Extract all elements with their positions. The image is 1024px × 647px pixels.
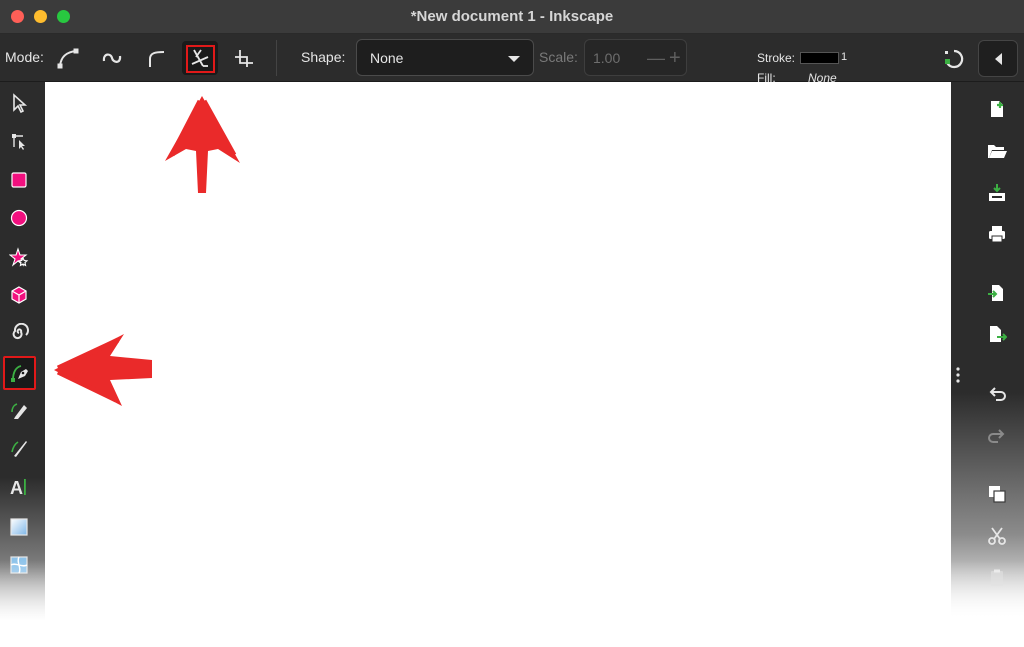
cut-button[interactable] [984, 523, 1010, 549]
annotation-arrow-up-icon [165, 96, 240, 193]
plus-icon[interactable]: + [669, 48, 681, 68]
window-title: *New document 1 - Inkscape [410, 8, 614, 25]
calligraphy-icon [11, 441, 27, 457]
bspline-mode-button[interactable] [139, 41, 175, 75]
scissors-icon [988, 527, 1006, 545]
stroke-swatch[interactable] [800, 52, 839, 64]
undo-button[interactable] [984, 381, 1010, 407]
folder-open-icon [988, 145, 1007, 158]
copy-icon [989, 486, 1006, 503]
inkscape-window: *New document 1 - Inkscape Mode: Shape: … [0, 0, 1024, 647]
toolbox-3d-box-tool[interactable] [6, 282, 32, 308]
toolbar-separator [276, 40, 277, 76]
bezier-mode-icon [57, 48, 79, 69]
import-button[interactable] [984, 280, 1010, 306]
undo-icon [989, 387, 1006, 401]
commands-bar-toggle-button[interactable] [978, 40, 1018, 77]
arrow-pointer-icon [13, 93, 28, 113]
shape-dropdown[interactable]: None [356, 39, 534, 76]
scale-value: 1.00 [593, 50, 621, 66]
tool-controls-bar: Mode: Shape: None Scale: 1.00 — + Fill: … [0, 34, 1024, 85]
toolbox-calligraphy-tool[interactable] [6, 435, 32, 461]
toolbox-pen-tool[interactable] [3, 356, 36, 390]
toolbox-text-tool[interactable]: A [6, 474, 32, 500]
circle-icon [10, 209, 28, 227]
shape-dropdown-value: None [370, 50, 404, 66]
new-document-button[interactable] [984, 96, 1010, 122]
pen-icon [10, 365, 28, 382]
panel-drag-handle-icon[interactable] [955, 366, 961, 384]
straight-mode-button[interactable] [226, 41, 262, 75]
toolbox-node-tool[interactable] [6, 128, 32, 154]
rectangle-icon [11, 172, 27, 188]
cube-icon [11, 286, 27, 304]
save-document-button[interactable] [984, 180, 1010, 206]
printer-icon [989, 226, 1005, 243]
paraxial-mode-button[interactable] [182, 41, 218, 75]
stroke-width-value[interactable]: 1 [841, 51, 847, 63]
chevron-left-icon [994, 52, 1002, 65]
open-document-button[interactable] [984, 138, 1010, 164]
toolbox-spiral-tool[interactable] [6, 320, 32, 346]
toolbox-rectangle-tool[interactable] [6, 167, 32, 193]
spiro-mode-icon [102, 53, 122, 63]
gradient-icon [10, 518, 28, 536]
scale-label: Scale: [539, 49, 578, 65]
bezier-mode-button[interactable] [50, 41, 86, 75]
print-document-button[interactable] [984, 221, 1010, 247]
copy-button[interactable] [984, 481, 1010, 507]
mode-highlight-box [186, 45, 215, 73]
new-file-icon [991, 101, 1003, 117]
minus-icon[interactable]: — [647, 49, 665, 67]
node-editor-icon [12, 134, 25, 150]
spiral-icon [12, 323, 29, 340]
export-button[interactable] [984, 321, 1010, 347]
spiro-mode-button[interactable] [94, 41, 130, 75]
title-bar: *New document 1 - Inkscape [0, 0, 1024, 34]
export-icon [990, 326, 1007, 342]
snap-toggle-icon[interactable] [943, 48, 965, 70]
bottom-fade-overlay [0, 560, 1024, 647]
text-tool-glyph: A [10, 478, 23, 498]
pencil-icon [11, 403, 27, 419]
toolbox-star-tool[interactable] [6, 244, 32, 270]
toolbox-ellipse-tool[interactable] [6, 205, 32, 231]
scale-spinbutton[interactable]: 1.00 — + [584, 39, 687, 76]
bspline-mode-icon [149, 51, 165, 67]
redo-icon [988, 429, 1005, 443]
star-icon [9, 247, 29, 267]
mode-label: Mode: [5, 49, 44, 65]
toolbox-selector-tool[interactable] [6, 90, 32, 116]
toolbox-pencil-tool[interactable] [6, 397, 32, 423]
text-icon: A [10, 478, 26, 498]
straight-mode-icon [235, 50, 253, 67]
redo-button[interactable] [984, 423, 1010, 449]
chevron-down-icon [508, 56, 520, 62]
save-icon [989, 184, 1005, 201]
stroke-label: Stroke: [757, 51, 796, 65]
annotation-arrow-left-icon [54, 334, 152, 406]
import-icon [988, 285, 1003, 301]
shape-label: Shape: [301, 49, 346, 65]
toolbox-gradient-tool[interactable] [6, 514, 32, 540]
